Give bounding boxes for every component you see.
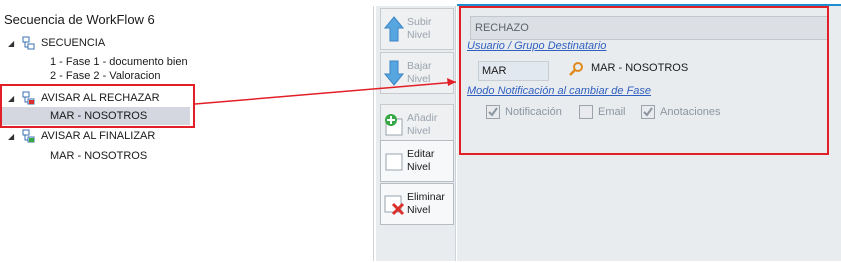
tree-leaf-label: MAR - NOSOTROS bbox=[50, 150, 148, 162]
bajar-nivel-button[interactable]: Bajar Nivel bbox=[380, 52, 454, 94]
sequence-icon bbox=[22, 36, 36, 50]
subir-nivel-button[interactable]: Subir Nivel bbox=[380, 8, 454, 50]
tree-leaf-finalizar-destinatario[interactable]: MAR - NOSOTROS bbox=[50, 147, 147, 165]
tree-title: Secuencia de WorkFlow 6 bbox=[4, 12, 155, 27]
highlight-box-detail bbox=[459, 6, 829, 155]
subir-nivel-label: Subir Nivel bbox=[407, 16, 432, 41]
finish-notice-icon bbox=[22, 129, 36, 143]
eliminar-nivel-button[interactable]: Eliminar Nivel bbox=[380, 183, 454, 225]
tree-leaf-fase-2[interactable]: 2 - Fase 2 - Valoracion bbox=[50, 70, 160, 82]
edit-level-icon bbox=[381, 144, 407, 178]
anadir-nivel-label: Añadir Nivel bbox=[407, 112, 438, 137]
highlight-box-tree bbox=[0, 84, 195, 128]
tree-leaf-label: 2 - Fase 2 - Valoracion bbox=[50, 70, 161, 82]
tree-leaf-fase-1[interactable]: 1 - Fase 1 - documento bien bbox=[50, 53, 188, 71]
tree-leaf-label: 1 - Fase 1 - documento bien bbox=[50, 56, 188, 68]
add-level-icon bbox=[381, 108, 407, 142]
delete-level-icon bbox=[381, 187, 407, 221]
arrow-down-icon bbox=[381, 56, 407, 90]
tree-node-label: SECUENCIA bbox=[41, 37, 106, 49]
level-toolbar: Subir Nivel Bajar Nivel Añadir Nivel Edi… bbox=[376, 6, 456, 261]
workflow-tree-panel: Secuencia de WorkFlow 6 ◢ SECUENCIA 1 - … bbox=[0, 6, 374, 261]
tree-node-secuencia[interactable]: ◢ SECUENCIA bbox=[8, 34, 105, 52]
editar-nivel-label: Editar Nivel bbox=[407, 148, 435, 173]
eliminar-nivel-label: Eliminar Nivel bbox=[407, 191, 445, 216]
tree-node-avisar-finalizar[interactable]: ◢ AVISAR AL FINALIZAR bbox=[8, 127, 155, 145]
editar-nivel-button[interactable]: Editar Nivel bbox=[380, 140, 454, 182]
expand-icon[interactable]: ◢ bbox=[8, 39, 18, 48]
expand-icon[interactable]: ◢ bbox=[8, 132, 18, 141]
bajar-nivel-label: Bajar Nivel bbox=[407, 60, 432, 85]
arrow-up-icon bbox=[381, 12, 407, 46]
tree-node-label: AVISAR AL FINALIZAR bbox=[41, 130, 156, 142]
